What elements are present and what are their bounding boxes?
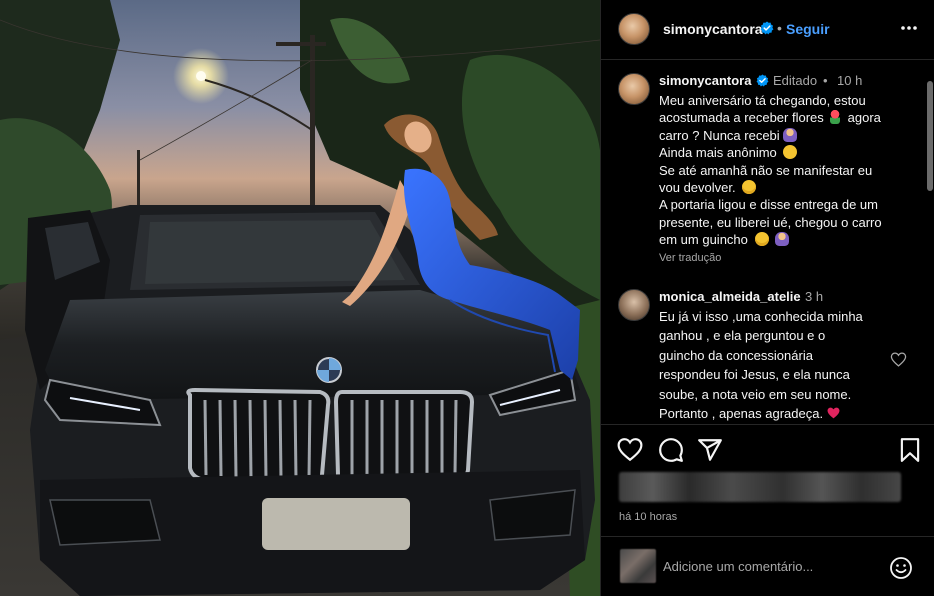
caption-username[interactable]: simonycantora	[659, 73, 751, 88]
verified-badge-icon	[756, 74, 769, 87]
caption-line: vou devolver.	[659, 179, 917, 196]
heart-icon[interactable]	[617, 437, 643, 463]
caption-avatar[interactable]	[618, 73, 650, 105]
eye-roll-emoji-icon	[742, 180, 757, 195]
caption-line: presente, eu liberei ué, chegou o carro	[659, 214, 882, 230]
post-panel: simonycantora • Seguir simonycantora Edi…	[600, 0, 934, 596]
add-comment-bar	[601, 536, 934, 596]
commenter-avatar[interactable]	[618, 289, 650, 321]
caption-line: acostumada a receber flores agora	[659, 110, 881, 126]
author-username[interactable]: simonycantora	[663, 21, 763, 37]
shrug-emoji-icon	[775, 232, 790, 247]
post-header: simonycantora • Seguir	[601, 0, 934, 60]
comment-time[interactable]: 3 h	[805, 289, 823, 304]
comment-line: respondeu foi Jesus, e ela nunca	[659, 367, 850, 383]
comment-line: Portanto , apenas agradeça.	[659, 404, 894, 423]
post-photo[interactable]	[0, 0, 600, 596]
photo-scene	[0, 0, 600, 596]
more-horizontal-icon[interactable]	[899, 18, 919, 38]
current-user-avatar-blurred	[620, 549, 656, 583]
see-translation-link[interactable]: Ver tradução	[659, 252, 721, 264]
caption-line: Se até amanhã não se manifestar eu	[659, 162, 873, 178]
follow-button[interactable]: Seguir	[786, 21, 830, 37]
caption-line: carro ? Nunca recebi	[659, 127, 917, 144]
red-heart-emoji-icon	[827, 407, 840, 419]
header-separator: •	[777, 20, 782, 36]
verified-badge-icon	[760, 21, 774, 35]
caption-text: Meu aniversário tá chegando, estou acost…	[659, 92, 917, 249]
share-icon[interactable]	[697, 437, 723, 463]
author-avatar[interactable]	[618, 13, 650, 45]
comment-line: soube, a nota veio em seu nome.	[659, 386, 852, 402]
comment-line: ganhou , e ela perguntou e o	[659, 328, 826, 344]
heart-outline-icon[interactable]	[890, 351, 907, 368]
comment-icon[interactable]	[658, 437, 684, 463]
comments-scrollbar[interactable]	[927, 81, 933, 191]
comment-input[interactable]	[663, 559, 873, 574]
caption-line: A portaria ligou e disse entrega de um	[659, 197, 878, 213]
likes-count-blurred[interactable]	[619, 472, 901, 502]
caption-edited-label: Editado	[773, 73, 818, 88]
comments-section[interactable]: simonycantora Editado • 10 h Meu anivers…	[601, 61, 934, 423]
caption-line: em um guincho	[659, 231, 917, 248]
bookmark-icon[interactable]	[897, 437, 923, 463]
thinking-emoji-icon	[783, 145, 798, 160]
emoji-icon[interactable]	[889, 556, 913, 580]
caption-line: Meu aniversário tá chegando, estou	[659, 93, 866, 108]
comment-line: Eu já vi isso ,uma conhecida minha	[659, 309, 863, 324]
post-timestamp[interactable]: há 10 horas	[619, 511, 677, 523]
comment-text: Eu já vi isso ,uma conhecida minha ganho…	[659, 307, 894, 423]
caption-line: Ainda mais anônimo	[659, 144, 917, 161]
comment-line: guincho da concessionária	[659, 347, 813, 363]
caption-time[interactable]: 10 h	[837, 73, 862, 88]
commenter-username[interactable]: monica_almeida_atelie	[659, 289, 801, 304]
eye-roll-emoji-icon	[754, 232, 769, 247]
post-actions: há 10 horas	[601, 424, 934, 536]
caption-separator: •	[823, 73, 828, 88]
rose-emoji-icon	[830, 110, 841, 125]
license-plate-blurred	[262, 498, 410, 550]
shrug-emoji-icon	[782, 127, 797, 142]
